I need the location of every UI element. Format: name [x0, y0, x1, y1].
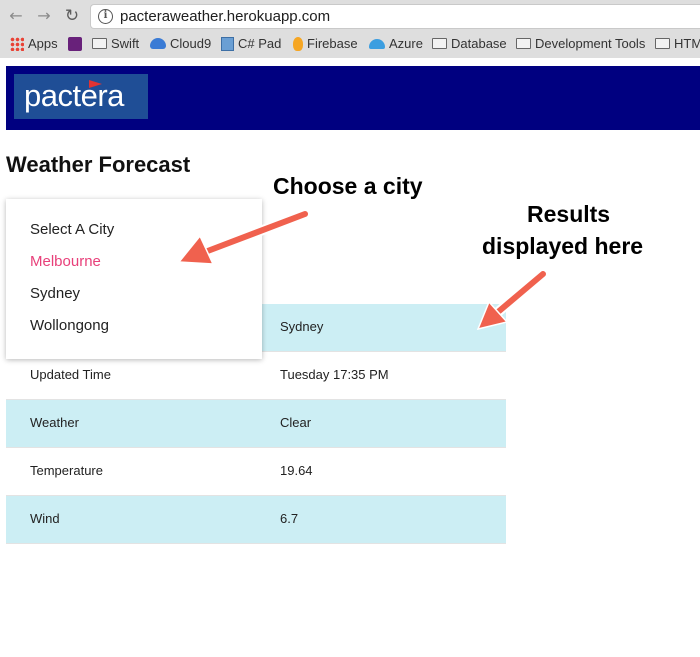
city-dropdown-menu[interactable]: Select A City Melbourne Sydney Wollongon… [6, 199, 262, 359]
dropdown-option-sydney[interactable]: Sydney [30, 284, 80, 304]
folder-icon [516, 38, 531, 50]
info-icon[interactable]: i [98, 9, 113, 24]
url-text[interactable]: pacteraweather.herokuapp.com [120, 8, 330, 25]
site-header: pactera [6, 66, 700, 130]
folder-icon [92, 38, 107, 50]
page-title: Weather Forecast [6, 152, 191, 177]
table-row: Weather Clear [6, 400, 506, 448]
row-label: Weather [30, 415, 79, 430]
reload-icon[interactable]: ↻ [62, 6, 82, 26]
bookmarks-bar: Apps Swift Cloud9 C# Pad Firebase Azure … [0, 33, 700, 55]
bookmark-label: HTM [674, 36, 700, 51]
azure-icon [369, 38, 385, 49]
bookmark-label: Firebase [307, 36, 358, 51]
results-annotation-line2: displayed here [482, 233, 644, 259]
dropdown-option-select-a-city[interactable]: Select A City [30, 220, 114, 240]
bookmark-development-tools[interactable]: Development Tools [516, 35, 645, 53]
bookmark-label: Cloud9 [170, 36, 212, 51]
row-value: Tuesday 17:35 PM [280, 367, 389, 382]
address-bar[interactable]: i pacteraweather.herokuapp.com [90, 4, 700, 29]
bookmark-label: Database [451, 36, 507, 51]
forward-arrow-icon[interactable]: → [34, 6, 54, 26]
row-value: Sydney [280, 319, 324, 334]
row-value: Clear [280, 415, 312, 430]
bookmark-htm[interactable]: HTM [655, 35, 700, 53]
dropdown-option-wollongong[interactable]: Wollongong [30, 316, 109, 336]
folder-icon [655, 38, 670, 50]
row-label: Updated Time [30, 367, 111, 382]
bookmark-visual-studio[interactable] [68, 35, 86, 53]
row-value: 19.64 [280, 463, 313, 478]
bookmark-database[interactable]: Database [432, 35, 507, 53]
browser-toolbar: ← → ↻ i pacteraweather.herokuapp.com [0, 0, 700, 33]
firebase-icon [293, 36, 303, 51]
table-row: Temperature 19.64 [6, 448, 506, 496]
choose-city-annotation: Choose a city [273, 173, 423, 199]
csharp-pad-icon [221, 36, 234, 51]
visual-studio-icon [68, 36, 82, 51]
bookmark-label: Development Tools [535, 36, 646, 51]
bookmark-label: C# Pad [238, 36, 282, 51]
cloud9-icon [150, 38, 166, 50]
back-arrow-icon[interactable]: ← [6, 6, 26, 26]
bookmark-csharp-pad[interactable]: C# Pad [221, 35, 281, 53]
bookmark-label: Swift [111, 36, 140, 51]
bookmark-apps[interactable]: Apps [10, 35, 58, 53]
dropdown-option-melbourne[interactable]: Melbourne [30, 252, 101, 272]
logo-text: pactera [24, 78, 124, 113]
row-label: Wind [30, 511, 60, 526]
logo-flag-icon [89, 80, 102, 88]
bookmark-azure[interactable]: Azure [369, 35, 423, 53]
bookmark-firebase[interactable]: Firebase [293, 35, 358, 53]
bookmark-label: Apps [28, 36, 58, 51]
table-row: Updated Time Tuesday 17:35 PM [6, 352, 506, 400]
row-value: 6.7 [280, 511, 299, 526]
apps-grid-icon [10, 36, 24, 51]
bookmark-swift[interactable]: Swift [92, 35, 139, 53]
results-annotation-line1: Results [527, 201, 611, 227]
row-label: Temperature [30, 463, 103, 478]
pactera-logo[interactable]: pactera [14, 74, 148, 119]
bookmark-label: Azure [389, 36, 423, 51]
bookmark-cloud9[interactable]: Cloud9 [150, 35, 211, 53]
browser-chrome: ← → ↻ i pacteraweather.herokuapp.com App… [0, 0, 700, 58]
folder-icon [432, 38, 447, 50]
table-row: Wind 6.7 [6, 496, 506, 544]
